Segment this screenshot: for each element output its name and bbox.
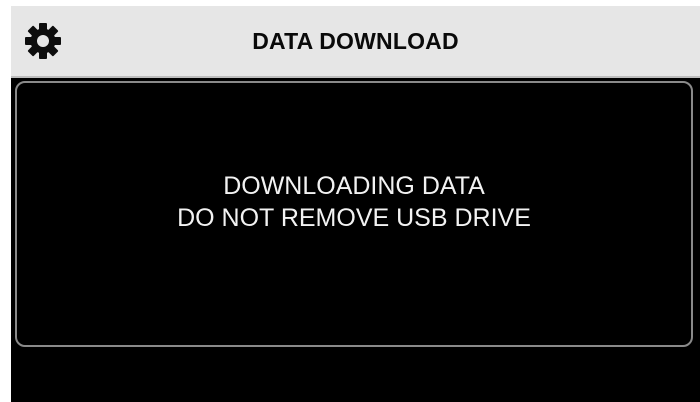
message-line-warning: DO NOT REMOVE USB DRIVE — [177, 204, 531, 232]
header-bar: DATA DOWNLOAD — [11, 6, 700, 76]
device-screen: DATA DOWNLOAD DOWNLOADING DATA DO NOT RE… — [11, 6, 700, 402]
header-divider — [11, 76, 700, 78]
message-line-downloading: DOWNLOADING DATA — [223, 172, 485, 200]
status-message: DOWNLOADING DATA DO NOT REMOVE USB DRIVE — [17, 170, 691, 234]
message-panel: DOWNLOADING DATA DO NOT REMOVE USB DRIVE — [15, 81, 693, 347]
page-title: DATA DOWNLOAD — [252, 28, 459, 54]
